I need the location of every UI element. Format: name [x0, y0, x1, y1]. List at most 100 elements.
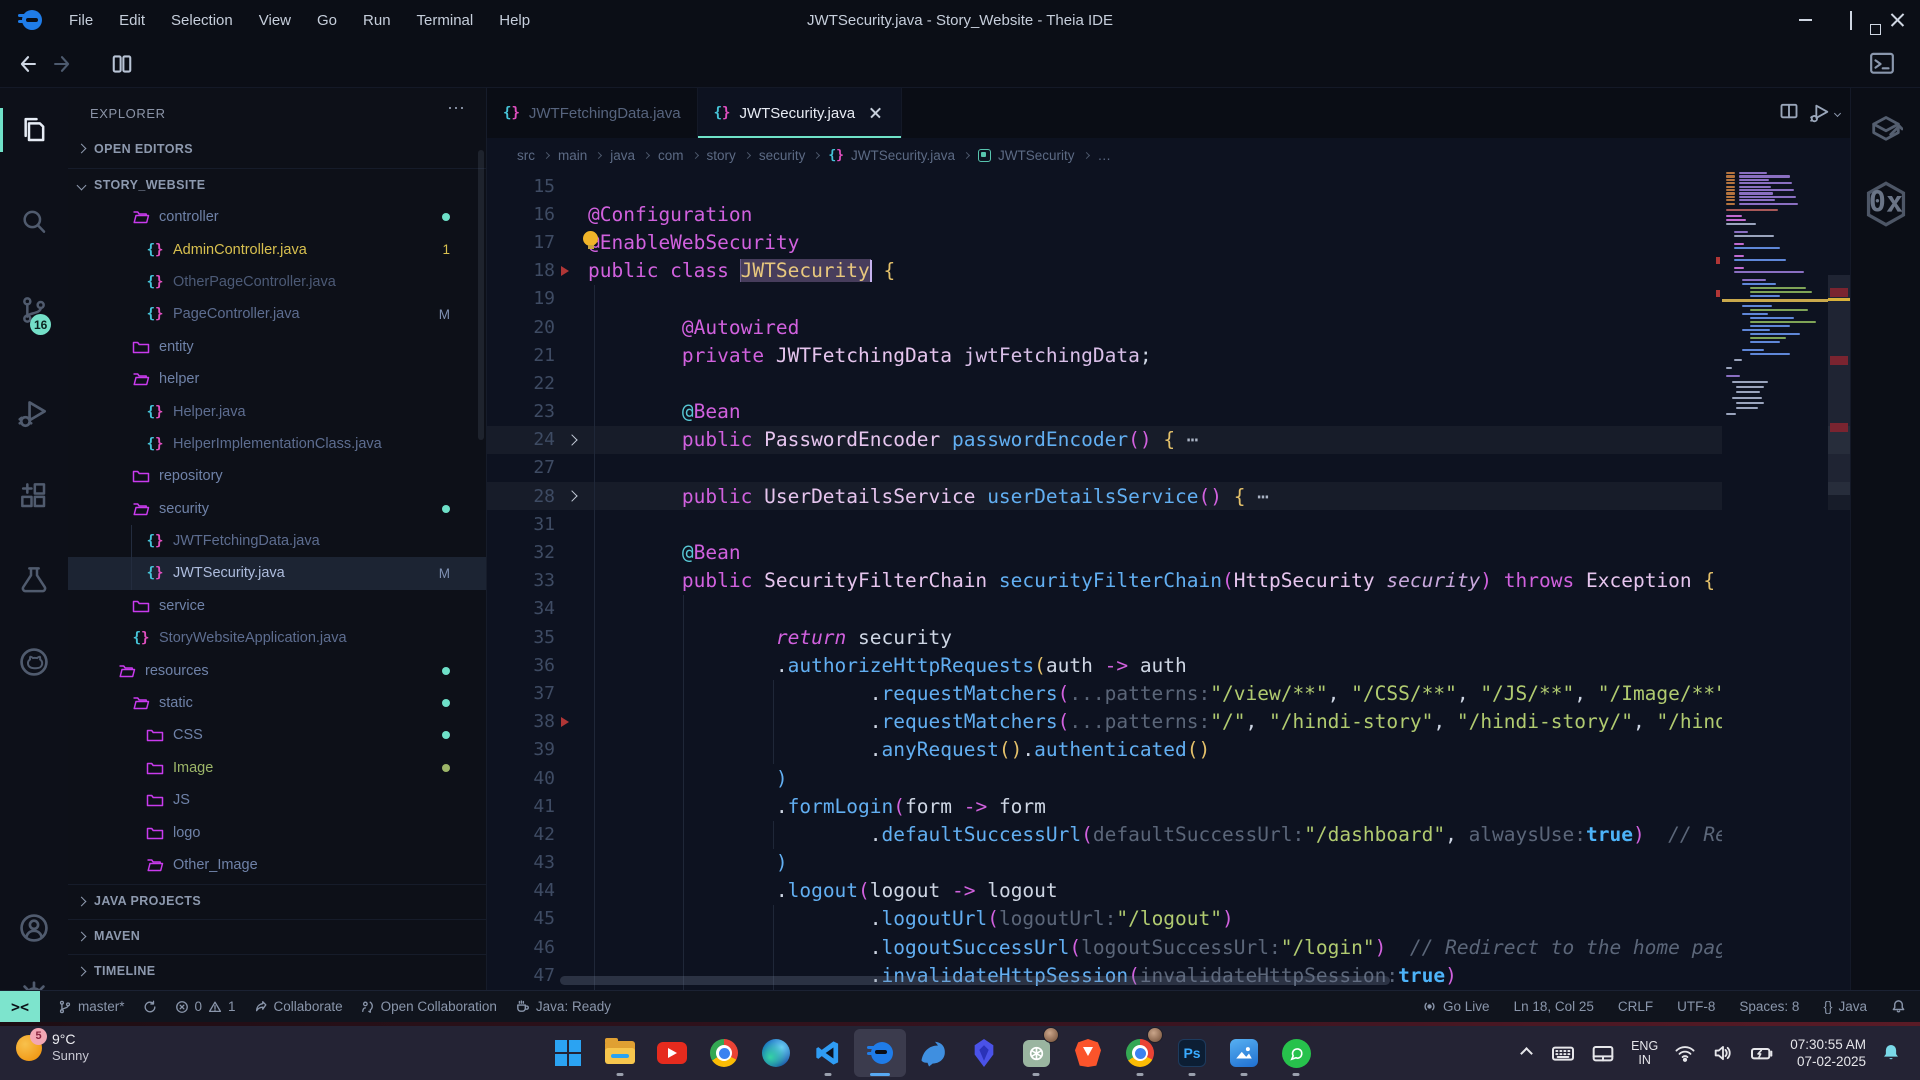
tree-item-entity[interactable]: entity: [68, 331, 486, 363]
tree-item-jwtsecurity-java[interactable]: {}JWTSecurity.javaM: [68, 557, 486, 589]
line-number[interactable]: 33: [487, 570, 555, 591]
brave-icon[interactable]: [1062, 1029, 1114, 1077]
tab-close-icon[interactable]: [867, 104, 885, 122]
menu-run[interactable]: Run: [350, 0, 404, 40]
line-number[interactable]: 45: [487, 908, 555, 929]
code-line-22[interactable]: 22: [487, 369, 1850, 397]
dolphin-icon[interactable]: [906, 1029, 958, 1077]
go-live-button[interactable]: Go Live: [1422, 999, 1490, 1014]
remote-indicator[interactable]: ><: [0, 991, 40, 1023]
line-number[interactable]: 23: [487, 401, 555, 422]
notification-bell-icon[interactable]: [1880, 1042, 1902, 1064]
line-number[interactable]: 39: [487, 739, 555, 760]
breadcrumb-story[interactable]: story: [707, 148, 736, 163]
tree-item-otherpagecontroller-java[interactable]: {}OtherPageController.java: [68, 266, 486, 298]
hex-0x-icon[interactable]: 0x: [1851, 180, 1920, 228]
tree-item-service[interactable]: service: [68, 590, 486, 622]
code-line-16[interactable]: 16@Configuration: [487, 200, 1850, 228]
line-number[interactable]: 41: [487, 796, 555, 817]
tree-item-admincontroller-java[interactable]: {}AdminController.java1: [68, 233, 486, 265]
keyboard-icon[interactable]: [1551, 1041, 1575, 1065]
tree-item-logo[interactable]: logo: [68, 816, 486, 848]
run-debug-file-icon[interactable]: [1809, 102, 1840, 124]
github-icon[interactable]: [0, 636, 68, 688]
menu-file[interactable]: File: [56, 0, 106, 40]
code-line-32[interactable]: 32 @Bean: [487, 538, 1850, 566]
toggle-panel-icon[interactable]: [108, 50, 136, 78]
toolbox-edit-icon[interactable]: [1851, 110, 1920, 144]
sidebar-scrollbar[interactable]: [478, 150, 484, 440]
menu-help[interactable]: Help: [486, 0, 543, 40]
minimize-button[interactable]: [1782, 0, 1828, 40]
code-line-40[interactable]: 40 ): [487, 764, 1850, 792]
touchpad-icon[interactable]: [1591, 1041, 1615, 1065]
windows-start-icon[interactable]: [542, 1029, 594, 1077]
code-line-38[interactable]: 38 .requestMatchers(...patterns:"/", "/h…: [487, 708, 1850, 736]
theia-icon[interactable]: [854, 1029, 906, 1077]
line-number[interactable]: 40: [487, 768, 555, 789]
volume-icon[interactable]: [1712, 1042, 1734, 1064]
tree-item-static[interactable]: static: [68, 687, 486, 719]
tree-item-pagecontroller-java[interactable]: {}PageController.javaM: [68, 298, 486, 330]
minimap[interactable]: [1722, 140, 1828, 990]
line-number[interactable]: 43: [487, 852, 555, 873]
tab-jwtsecurity[interactable]: {} JWTSecurity.java: [698, 88, 902, 138]
line-number[interactable]: 28: [487, 486, 555, 507]
explorer-files-icon[interactable]: [0, 104, 68, 156]
line-number[interactable]: 27: [487, 457, 555, 478]
code-line-23[interactable]: 23 @Bean: [487, 398, 1850, 426]
menu-selection[interactable]: Selection: [158, 0, 246, 40]
menu-view[interactable]: View: [246, 0, 304, 40]
line-number[interactable]: 22: [487, 373, 555, 394]
source-control-icon[interactable]: 16: [0, 284, 68, 336]
code-line-34[interactable]: 34: [487, 595, 1850, 623]
line-number[interactable]: 24: [487, 429, 555, 450]
whatsapp-icon[interactable]: [1270, 1029, 1322, 1077]
code-line-37[interactable]: 37 .requestMatchers(...patterns:"/view/*…: [487, 679, 1850, 707]
sync-status[interactable]: [143, 1000, 157, 1014]
tree-item-security[interactable]: security: [68, 493, 486, 525]
editor-scrollbar[interactable]: [1828, 140, 1850, 990]
code-line-21[interactable]: 21 private JWTFetchingData jwtFetchingDa…: [487, 341, 1850, 369]
tab-jwtfetchingdata[interactable]: {} JWTFetchingData.java: [487, 88, 698, 138]
code-line-35[interactable]: 35 return security: [487, 623, 1850, 651]
forward-arrow-icon[interactable]: [50, 50, 78, 78]
line-number[interactable]: 36: [487, 655, 555, 676]
scrollbar-thumb[interactable]: [1828, 275, 1850, 495]
fold-chevron-icon[interactable]: [555, 436, 588, 444]
tree-item-jwtfetchingdata-java[interactable]: {}JWTFetchingData.java: [68, 525, 486, 557]
account-icon[interactable]: [0, 902, 68, 954]
tree-item-js[interactable]: JS: [68, 784, 486, 816]
file-explorer-icon[interactable]: [594, 1029, 646, 1077]
line-number[interactable]: 18: [487, 260, 555, 281]
code-line-42[interactable]: 42 .defaultSuccessUrl(defaultSuccessUrl:…: [487, 820, 1850, 848]
chrome-profile-icon[interactable]: [1114, 1029, 1166, 1077]
cursor-position-status[interactable]: Ln 18, Col 25: [1514, 999, 1594, 1014]
tree-item-other-image[interactable]: Other_Image: [68, 849, 486, 881]
code-line-24[interactable]: 24 public PasswordEncoder passwordEncode…: [487, 426, 1850, 454]
wifi-icon[interactable]: [1674, 1042, 1696, 1064]
code-line-31[interactable]: 31: [487, 510, 1850, 538]
section-maven[interactable]: MAVEN: [68, 919, 486, 952]
vscode-icon[interactable]: [802, 1029, 854, 1077]
eol-status[interactable]: CRLF: [1618, 999, 1653, 1014]
code-line-18[interactable]: 18public class JWTSecurity {: [487, 257, 1850, 285]
indentation-status[interactable]: Spaces: 8: [1739, 999, 1799, 1014]
breadcrumb-symbol[interactable]: JWTSecurity: [998, 148, 1075, 163]
menu-terminal[interactable]: Terminal: [404, 0, 487, 40]
line-number[interactable]: 31: [487, 514, 555, 535]
section-timeline[interactable]: TIMELINE: [68, 954, 486, 987]
chatgpt-icon[interactable]: [1010, 1029, 1062, 1077]
breadcrumb-more[interactable]: …: [1098, 148, 1112, 163]
clock[interactable]: 07:30:55 AM07-02-2025: [1790, 1036, 1866, 1070]
notifications-bell[interactable]: [1891, 999, 1906, 1014]
tray-expand-icon[interactable]: [1520, 1047, 1533, 1060]
tree-item-storywebsiteapplication-java[interactable]: {}StoryWebsiteApplication.java: [68, 622, 486, 654]
code-line-28[interactable]: 28 public UserDetailsService userDetails…: [487, 482, 1850, 510]
tree-item-helper[interactable]: helper: [68, 363, 486, 395]
encoding-status[interactable]: UTF-8: [1677, 999, 1715, 1014]
battery-icon[interactable]: [1750, 1041, 1774, 1065]
tree-item-helper-java[interactable]: {}Helper.java: [68, 395, 486, 427]
run-debug-icon[interactable]: [0, 388, 68, 440]
code-line-43[interactable]: 43 ): [487, 849, 1850, 877]
